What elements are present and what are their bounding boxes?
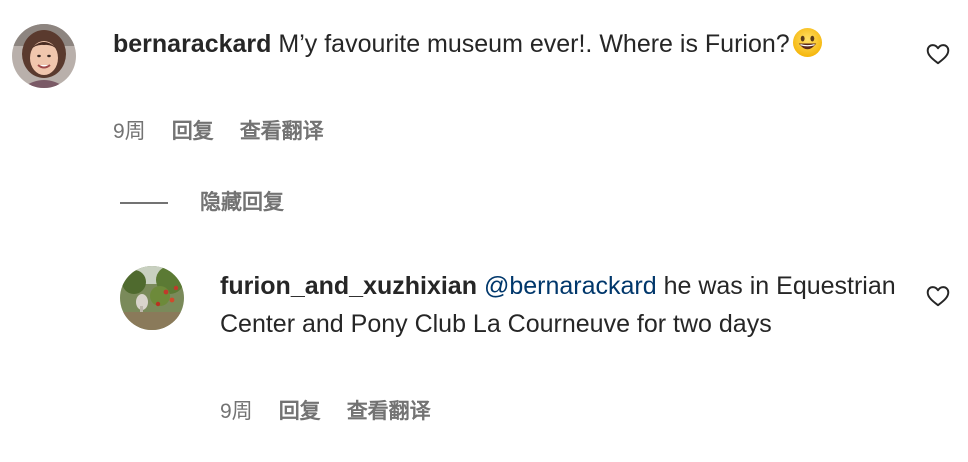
timestamp: 9周 bbox=[113, 120, 146, 143]
divider-line bbox=[120, 202, 168, 204]
mention-link[interactable]: @bernarackard bbox=[484, 272, 657, 300]
comment-username[interactable]: bernarackard bbox=[113, 30, 271, 58]
hide-replies-button[interactable]: 隐藏回复 bbox=[120, 189, 284, 217]
reply-button[interactable]: 回复 bbox=[172, 119, 214, 145]
reply-username[interactable]: furion_and_xuzhixian bbox=[220, 272, 477, 300]
comment-body: bernarackard M’y favourite museum ever!.… bbox=[113, 25, 873, 63]
reply-meta: 9周 回复 查看翻译 bbox=[220, 399, 431, 425]
comment-meta: 9周 回复 查看翻译 bbox=[113, 119, 324, 145]
reply-body: furion_and_xuzhixian @bernarackard he wa… bbox=[220, 267, 900, 343]
comment-thread: bernarackard M’y favourite museum ever!.… bbox=[0, 0, 968, 462]
avatar[interactable] bbox=[12, 24, 76, 88]
hide-replies-label: 隐藏回复 bbox=[200, 191, 284, 214]
grinning-face-emoji-icon bbox=[792, 27, 823, 58]
see-translation-button[interactable]: 查看翻译 bbox=[347, 399, 431, 425]
heart-outline-icon[interactable] bbox=[925, 283, 951, 309]
timestamp: 9周 bbox=[220, 400, 253, 423]
see-translation-button[interactable]: 查看翻译 bbox=[240, 119, 324, 145]
reply-button[interactable]: 回复 bbox=[279, 399, 321, 425]
heart-outline-icon[interactable] bbox=[925, 41, 951, 67]
avatar[interactable] bbox=[120, 266, 184, 330]
comment-text: M’y favourite museum ever!. Where is Fur… bbox=[278, 30, 790, 58]
user-photo-icon bbox=[12, 24, 76, 88]
user-photo-icon bbox=[120, 266, 184, 330]
